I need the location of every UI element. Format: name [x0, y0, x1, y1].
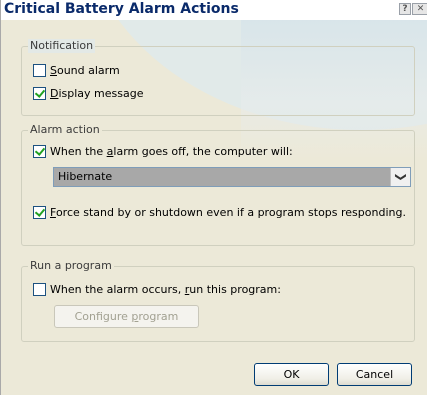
run-program-checkbox[interactable] — [33, 283, 46, 296]
action-select[interactable]: Hibernate ❯ — [53, 167, 411, 187]
sound-alarm-label[interactable]: Sound alarm — [50, 64, 120, 77]
cancel-button[interactable]: Cancel — [337, 363, 412, 386]
display-message-checkbox[interactable] — [33, 87, 46, 100]
alarm-goes-off-option[interactable]: When the alarm goes off, the computer wi… — [33, 145, 293, 158]
run-program-option[interactable]: When the alarm occurs, run this program: — [33, 283, 281, 296]
force-standby-checkbox[interactable] — [33, 206, 46, 219]
ok-button[interactable]: OK — [254, 363, 329, 386]
title-bar[interactable]: Critical Battery Alarm Actions ? ✕ — [1, 0, 427, 20]
alarm-action-legend: Alarm action — [28, 123, 102, 137]
action-select-value[interactable]: Hibernate — [54, 168, 390, 186]
alarm-goes-off-label[interactable]: When the alarm goes off, the computer wi… — [50, 145, 293, 158]
dialog-window: Critical Battery Alarm Actions ? ✕ Notif… — [0, 0, 427, 395]
display-message-option[interactable]: Display message — [33, 87, 144, 100]
display-message-label[interactable]: Display message — [50, 87, 144, 100]
run-program-label[interactable]: When the alarm occurs, run this program: — [50, 283, 281, 296]
force-standby-label[interactable]: Force stand by or shutdown even if a pro… — [50, 206, 406, 219]
run-program-group: Run a program — [21, 259, 415, 342]
close-icon[interactable]: ✕ — [412, 3, 427, 15]
sound-alarm-checkbox[interactable] — [33, 64, 46, 77]
window-title: Critical Battery Alarm Actions — [4, 1, 239, 17]
help-icon[interactable]: ? — [399, 3, 411, 15]
chevron-down-icon[interactable]: ❯ — [390, 168, 410, 186]
sound-alarm-option[interactable]: Sound alarm — [33, 64, 120, 77]
run-program-legend: Run a program — [28, 259, 114, 273]
alarm-goes-off-checkbox[interactable] — [33, 145, 46, 158]
notification-legend: Notification — [28, 39, 96, 53]
notification-group: Notification — [21, 39, 415, 116]
force-standby-option[interactable]: Force stand by or shutdown even if a pro… — [33, 206, 406, 219]
configure-program-button[interactable]: Configure program — [54, 305, 199, 328]
